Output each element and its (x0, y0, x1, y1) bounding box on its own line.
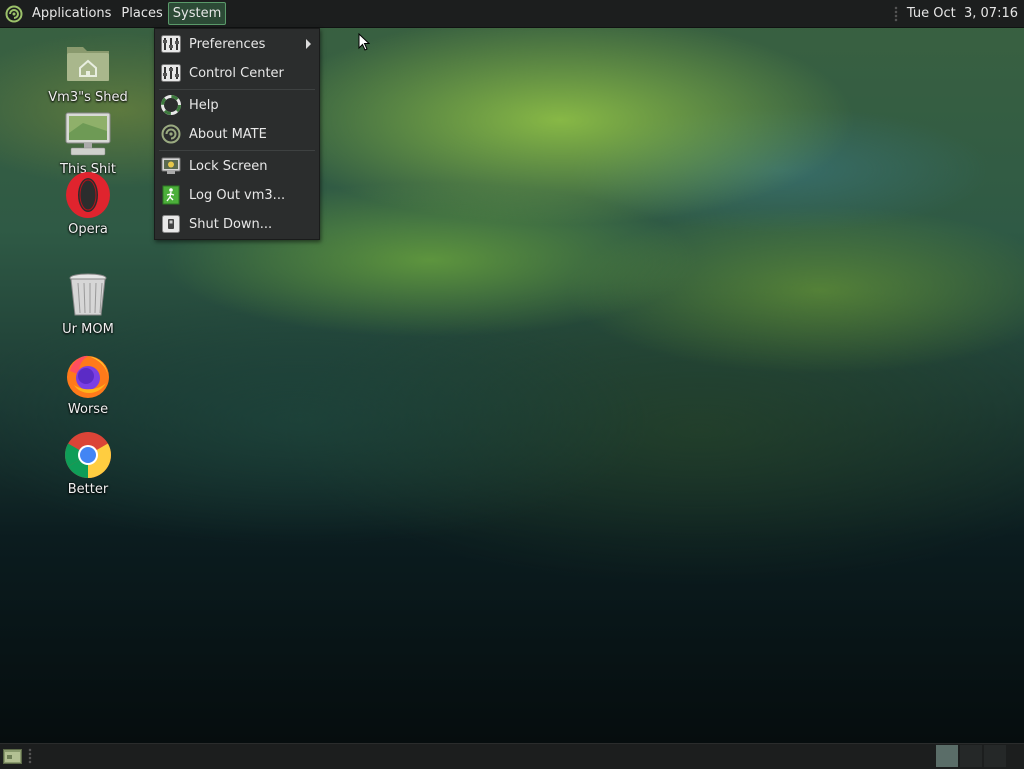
lock-screen-icon (161, 156, 181, 176)
places-menu[interactable]: Places (116, 2, 167, 25)
preferences-icon (161, 34, 181, 54)
workspace-switcher-1[interactable] (936, 745, 958, 767)
submenu-arrow-icon (306, 39, 311, 49)
desktop-icon-label: Ur MOM (62, 322, 114, 337)
control-center-icon (161, 63, 181, 83)
menu-item-lock-screen[interactable]: Lock Screen (155, 152, 319, 180)
applications-menu[interactable]: Applications (27, 2, 116, 25)
computer-icon (63, 110, 113, 160)
menu-item-preferences[interactable]: Preferences (155, 30, 319, 58)
trash-icon (63, 270, 113, 320)
menu-item-label: Shut Down... (189, 216, 273, 232)
chrome-icon (63, 430, 113, 480)
desktop-icon-label: Opera (68, 222, 108, 237)
desktop-icon-firefox[interactable]: Worse (40, 350, 136, 417)
desktop-icon-home[interactable]: Vm3"s Shed (40, 38, 136, 105)
panel-grip-handle[interactable] (28, 748, 32, 764)
desktop-icon-label: Worse (67, 402, 109, 417)
desktop-icon-chrome[interactable]: Better (40, 430, 136, 497)
menu-item-label: About MATE (189, 126, 267, 142)
show-desktop-icon[interactable] (3, 747, 22, 765)
menu-item-label: Help (189, 97, 219, 113)
desktop-icon-opera[interactable]: Opera (40, 170, 136, 237)
panel-grip-handle[interactable] (893, 5, 898, 22)
menu-separator (159, 89, 315, 90)
system-menu-button[interactable]: System (167, 2, 227, 25)
mouse-pointer-icon (358, 32, 371, 55)
bottom-panel (0, 743, 1024, 769)
firefox-icon (63, 350, 113, 400)
workspace-switcher-2[interactable] (960, 745, 982, 767)
opera-icon (63, 170, 113, 220)
desktop-icon-trash[interactable]: Ur MOM (40, 270, 136, 337)
desktop-icon-computer[interactable]: This Shit (40, 110, 136, 177)
menu-item-log-out[interactable]: Log Out vm3... (155, 181, 319, 209)
log-out-icon (161, 185, 181, 205)
menu-item-label: Lock Screen (189, 158, 268, 174)
menu-item-about-mate[interactable]: About MATE (155, 120, 319, 148)
clock[interactable]: Tue Oct 3, 07:16 (907, 6, 1018, 21)
help-lifebuoy-icon (161, 95, 181, 115)
panel-right-area: Tue Oct 3, 07:16 (893, 5, 1024, 22)
workspace-switcher-3[interactable] (984, 745, 1006, 767)
mate-logo-icon[interactable] (5, 5, 23, 23)
menu-item-help[interactable]: Help (155, 91, 319, 119)
mate-logo-icon (161, 124, 181, 144)
menu-item-shut-down[interactable]: Shut Down... (155, 210, 319, 238)
desktop-icon-label: Vm3"s Shed (48, 90, 128, 105)
top-panel: Applications Places System Tue Oct 3, 07… (0, 0, 1024, 28)
shut-down-icon (161, 214, 181, 234)
system-menu-dropdown: Preferences Control Center Help About MA… (154, 28, 320, 240)
menu-separator (159, 150, 315, 151)
menu-item-label: Control Center (189, 65, 284, 81)
menu-item-control-center[interactable]: Control Center (155, 59, 319, 87)
menu-item-label: Preferences (189, 36, 266, 52)
home-folder-icon (63, 38, 113, 88)
desktop-icon-label: Better (67, 482, 109, 497)
menu-item-label: Log Out vm3... (189, 187, 286, 203)
